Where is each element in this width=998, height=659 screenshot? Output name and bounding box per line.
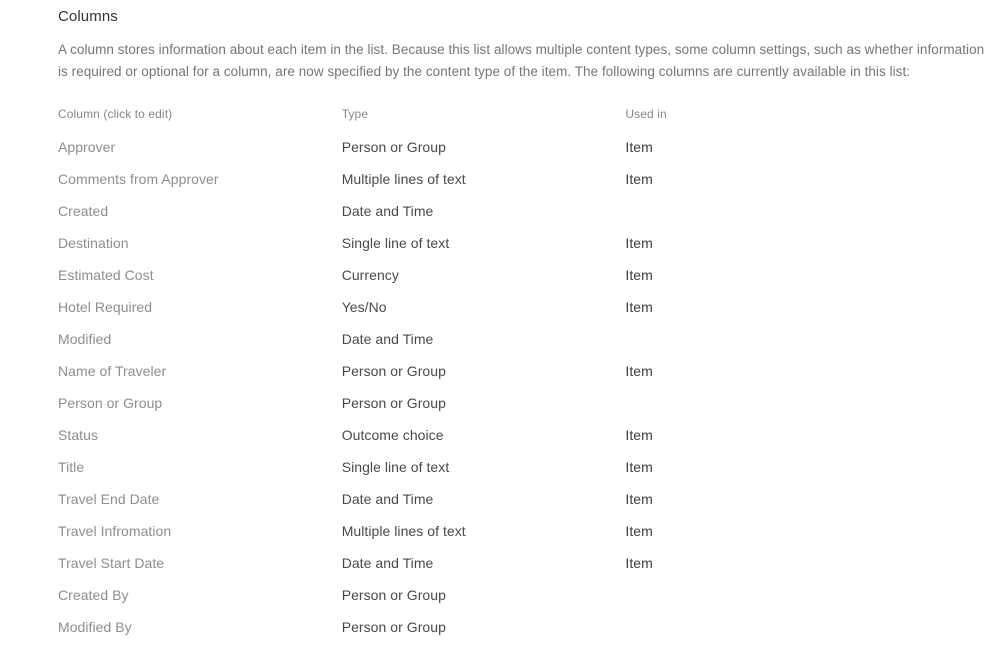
column-used-in-cell: Item <box>625 299 653 315</box>
column-name-link[interactable]: Created <box>58 203 108 219</box>
table-row: Created Date and Time <box>58 201 986 233</box>
column-used-in-cell: Item <box>625 491 653 507</box>
column-name-link[interactable]: Title <box>58 459 84 475</box>
column-name-link[interactable]: Travel Infromation <box>58 523 171 539</box>
column-name-link[interactable]: Created By <box>58 587 129 603</box>
column-name-link[interactable]: Person or Group <box>58 395 162 411</box>
column-name-cell: Estimated Cost <box>58 265 342 297</box>
page-title: Columns <box>58 8 118 25</box>
column-type-cell: Date and Time <box>341 331 434 347</box>
column-type-cell: Date and Time <box>341 203 434 219</box>
column-name-cell: Status <box>58 425 342 457</box>
column-name-cell: Person or Group <box>58 393 342 425</box>
column-name-link[interactable]: Hotel Required <box>58 299 152 315</box>
table-row: Status Outcome choice Item <box>58 425 986 457</box>
column-name-cell: Approver <box>58 137 342 169</box>
column-name-link[interactable]: Comments from Approver <box>58 171 219 187</box>
column-used-in-cell <box>625 393 986 425</box>
column-type-cell: Person or Group <box>341 363 446 379</box>
column-type-cell: Person or Group <box>341 139 446 155</box>
column-name-cell: Travel End Date <box>58 489 342 521</box>
column-used-in-cell: Item <box>625 427 653 443</box>
column-type-cell: Multiple lines of text <box>341 523 466 539</box>
column-type-cell: Multiple lines of text <box>341 171 466 187</box>
column-name-link[interactable]: Travel End Date <box>58 491 159 507</box>
table-row: Travel Start Date Date and Time Item <box>58 553 986 585</box>
table-row: Hotel Required Yes/No Item <box>58 297 986 329</box>
column-name-cell: Travel Start Date <box>58 553 342 585</box>
column-used-in-cell: Item <box>625 459 653 475</box>
column-type-cell: Outcome choice <box>341 427 444 443</box>
column-type-cell: Date and Time <box>341 555 434 571</box>
table-row: Travel End Date Date and Time Item <box>58 489 986 521</box>
table-header-row: Column (click to edit) Type Used in <box>58 106 986 137</box>
column-name-link[interactable]: Modified By <box>58 619 132 635</box>
column-name-cell: Comments from Approver <box>58 169 342 201</box>
column-name-cell: Destination <box>58 233 342 265</box>
column-type-cell: Yes/No <box>341 299 387 315</box>
column-name-link[interactable]: Destination <box>58 235 129 251</box>
column-used-in-cell <box>625 329 986 361</box>
column-name-cell: Title <box>58 457 342 489</box>
column-name-link[interactable]: Modified <box>58 331 111 347</box>
table-row: Title Single line of text Item <box>58 457 986 489</box>
column-name-link[interactable]: Name of Traveler <box>58 363 166 379</box>
column-type-cell: Single line of text <box>341 235 450 251</box>
column-name-cell: Name of Traveler <box>58 361 342 393</box>
table-row: Name of Traveler Person or Group Item <box>58 361 986 393</box>
columns-table-body: Approver Person or Group Item Comments from… <box>58 137 986 649</box>
column-type-cell: Single line of text <box>341 459 450 475</box>
column-type-cell: Person or Group <box>341 587 446 603</box>
column-name-cell: Created <box>58 201 342 233</box>
column-name-cell: Modified By <box>58 617 342 649</box>
column-used-in-cell: Item <box>625 267 653 283</box>
table-row: Approver Person or Group Item <box>58 137 986 169</box>
columns-settings-page: Columns A column stores information abou… <box>0 0 998 659</box>
table-row: Modified By Person or Group <box>58 617 986 649</box>
column-name-cell: Created By <box>58 585 342 617</box>
column-used-in-cell <box>625 585 986 617</box>
column-name-link[interactable]: Travel Start Date <box>58 555 164 571</box>
table-row: Estimated Cost Currency Item <box>58 265 986 297</box>
column-name-link[interactable]: Status <box>58 427 98 443</box>
column-name-cell: Travel Infromation <box>58 521 342 553</box>
column-used-in-cell <box>625 617 986 649</box>
table-row: Person or Group Person or Group <box>58 393 986 425</box>
column-type-cell: Currency <box>341 267 399 283</box>
column-name-cell: Hotel Required <box>58 297 342 329</box>
column-used-in-cell: Item <box>625 555 653 571</box>
column-header-type: Type <box>341 107 369 121</box>
columns-table-header: Column (click to edit) Type Used in <box>58 106 986 137</box>
column-type-cell: Date and Time <box>341 491 434 507</box>
column-used-in-cell: Item <box>625 523 653 539</box>
table-row: Comments from Approver Multiple lines of … <box>58 169 986 201</box>
section-description: A column stores information about each i… <box>58 42 985 79</box>
table-row: Modified Date and Time <box>58 329 986 361</box>
column-name-link[interactable]: Approver <box>58 139 115 155</box>
column-type-cell: Person or Group <box>341 619 446 635</box>
table-row: Travel Infromation Multiple lines of text… <box>58 521 986 553</box>
column-type-cell: Person or Group <box>341 395 446 411</box>
column-header-used-in: Used in <box>625 107 667 121</box>
columns-section: Columns A column stores information abou… <box>0 0 998 649</box>
column-name-link[interactable]: Estimated Cost <box>58 267 154 283</box>
column-used-in-cell: Item <box>625 139 653 155</box>
table-row: Destination Single line of text Item <box>58 233 986 265</box>
columns-table: Column (click to edit) Type Used in Appr… <box>58 106 986 649</box>
column-name-cell: Modified <box>58 329 342 361</box>
column-header-name: Column (click to edit) <box>58 107 173 121</box>
column-used-in-cell: Item <box>625 363 653 379</box>
table-row: Created By Person or Group <box>58 585 986 617</box>
column-used-in-cell: Item <box>625 235 653 251</box>
column-used-in-cell: Item <box>625 171 653 187</box>
column-used-in-cell <box>625 201 986 233</box>
